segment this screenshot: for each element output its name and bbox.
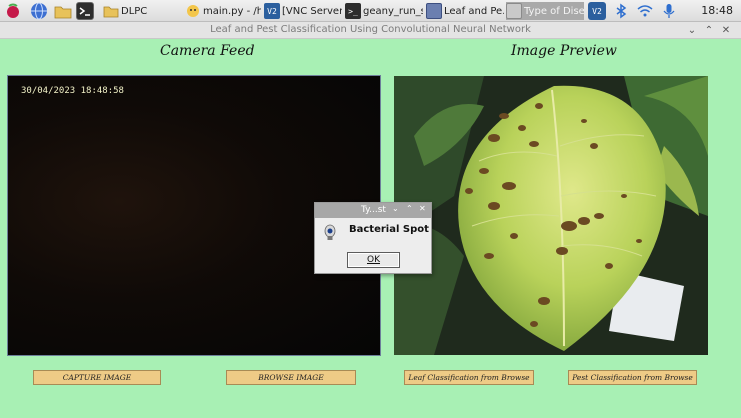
- result-dialog: Ty...st ⌄ ⌃ ✕ Bacterial Spot OK: [314, 202, 432, 274]
- taskbar-item-label: geany_run_s...: [363, 5, 423, 17]
- taskbar-item-label: DLPC: [121, 5, 148, 17]
- window-title: Leaf and Pest Classification Using Convo…: [210, 24, 531, 35]
- maximize-icon[interactable]: ⌃: [702, 23, 716, 37]
- leaf-image: [394, 76, 708, 355]
- browse-image-button[interactable]: BROWSE IMAGE: [226, 370, 356, 385]
- taskbar-item-label: [VNC Server]: [282, 5, 342, 17]
- terminal-launcher-icon[interactable]: [76, 2, 94, 20]
- taskbar-item-dlpc[interactable]: DLPC: [103, 2, 181, 20]
- microphone-icon[interactable]: [660, 2, 678, 20]
- taskbar-item-leaf-and-pest[interactable]: Leaf and Pe...: [426, 2, 504, 20]
- image-preview-heading: Image Preview: [511, 43, 617, 59]
- image-preview: [394, 76, 708, 355]
- pest-classification-button[interactable]: Pest Classification from Browse: [568, 370, 697, 385]
- web-browser-icon[interactable]: [30, 2, 48, 20]
- geany-icon: [185, 3, 201, 19]
- dialog-close-icon[interactable]: ✕: [419, 204, 426, 213]
- leaf-classification-button[interactable]: Leaf Classification from Browse: [404, 370, 534, 385]
- dialog-titlebar: Ty...st ⌄ ⌃ ✕: [315, 203, 431, 218]
- dialog-title: Ty...st: [361, 205, 386, 215]
- clock: 18:48: [701, 4, 733, 17]
- taskbar-item-label: main.py - /h...: [203, 5, 261, 17]
- camera-timestamp: 30/04/2023 18:48:58: [21, 86, 124, 96]
- top-panel: DLPC main.py - /h... V2 [VNC Server] >_ …: [0, 0, 741, 22]
- dialog-message: Bacterial Spot: [349, 224, 429, 235]
- taskbar-item-geany-run[interactable]: >_ geany_run_s...: [345, 2, 423, 20]
- vnc-tray-icon[interactable]: V2: [588, 2, 606, 20]
- raspberry-menu-icon[interactable]: [4, 2, 22, 20]
- vnc-icon: V2: [264, 3, 280, 19]
- bluetooth-icon[interactable]: [612, 2, 630, 20]
- terminal-icon: >_: [345, 3, 361, 19]
- wifi-icon[interactable]: [636, 2, 654, 20]
- taskbar-item-vnc-server[interactable]: V2 [VNC Server]: [264, 2, 342, 20]
- dialog-maximize-icon[interactable]: ⌃: [406, 204, 413, 213]
- ok-button-label: OK: [367, 255, 380, 265]
- capture-image-button[interactable]: CAPTURE IMAGE: [33, 370, 161, 385]
- camera-feed-heading: Camera Feed: [160, 43, 255, 59]
- minimize-icon[interactable]: ⌄: [685, 23, 699, 37]
- dialog-menu-icon[interactable]: ⌄: [392, 204, 399, 213]
- folder-icon: [103, 3, 119, 19]
- lightbulb-icon: [323, 224, 337, 246]
- window-titlebar: Leaf and Pest Classification Using Convo…: [0, 22, 741, 39]
- close-icon[interactable]: ✕: [719, 23, 733, 37]
- taskbar-item-type-of-disease[interactable]: Type of Diseas...: [506, 2, 584, 20]
- taskbar-item-label: Type of Diseas...: [524, 5, 584, 17]
- taskbar-item-label: Leaf and Pe...: [444, 5, 504, 17]
- file-manager-icon[interactable]: [54, 2, 72, 20]
- taskbar-item-main-py[interactable]: main.py - /h...: [185, 2, 261, 20]
- window-icon: [426, 3, 442, 19]
- ok-button[interactable]: OK: [347, 252, 400, 268]
- window-icon: [506, 3, 522, 19]
